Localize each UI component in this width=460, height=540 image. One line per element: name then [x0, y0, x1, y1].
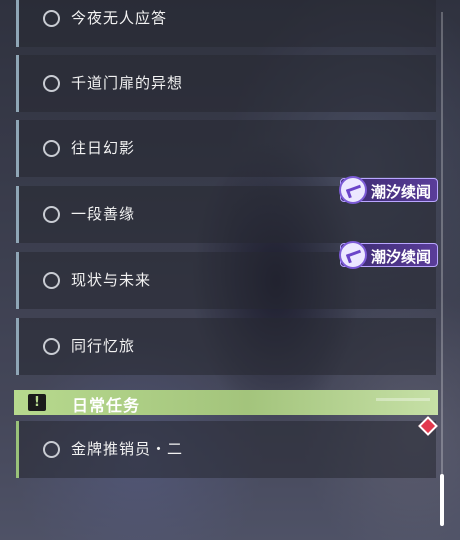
- tag-label: 潮汐续闻: [371, 183, 432, 201]
- radio-circle-icon[interactable]: [43, 75, 60, 92]
- quest-title: 现状与未来: [71, 271, 152, 289]
- quest-title: 往日幻影: [71, 139, 136, 157]
- tide-emblem-icon: [339, 176, 367, 204]
- quest-title: 同行忆旅: [71, 337, 136, 355]
- exclamation-icon: !: [28, 394, 46, 411]
- scrollbar-track[interactable]: [441, 12, 443, 526]
- tidal-sequel-tag: 潮汐续闻: [339, 241, 438, 269]
- quest-item[interactable]: 同行忆旅: [16, 318, 436, 375]
- radio-circle-icon[interactable]: [43, 338, 60, 355]
- quest-item[interactable]: 今夜无人应答: [16, 0, 436, 47]
- quest-title: 一段善缘: [71, 205, 136, 223]
- radio-circle-icon[interactable]: [43, 10, 60, 27]
- radio-circle-icon[interactable]: [43, 206, 60, 223]
- tag-label: 潮汐续闻: [371, 248, 432, 266]
- section-title: 日常任务: [72, 396, 141, 415]
- quest-item[interactable]: 往日幻影: [16, 120, 436, 177]
- quest-title: 今夜无人应答: [71, 9, 168, 27]
- quest-item[interactable]: 千道门扉的异想: [16, 55, 436, 112]
- header-decoration: [376, 398, 430, 401]
- tide-emblem-icon: [339, 241, 367, 269]
- daily-tasks-header[interactable]: ! 日常任务: [14, 390, 438, 415]
- tidal-sequel-tag: 潮汐续闻: [339, 176, 438, 204]
- radio-circle-icon[interactable]: [43, 140, 60, 157]
- scrollbar-thumb[interactable]: [440, 474, 444, 526]
- radio-circle-icon[interactable]: [43, 272, 60, 289]
- quest-title: 千道门扉的异想: [71, 74, 184, 92]
- radio-circle-icon[interactable]: [43, 441, 60, 458]
- daily-quest-item[interactable]: 金牌推销员・二: [16, 421, 436, 478]
- quest-title: 金牌推销员・二: [71, 440, 184, 458]
